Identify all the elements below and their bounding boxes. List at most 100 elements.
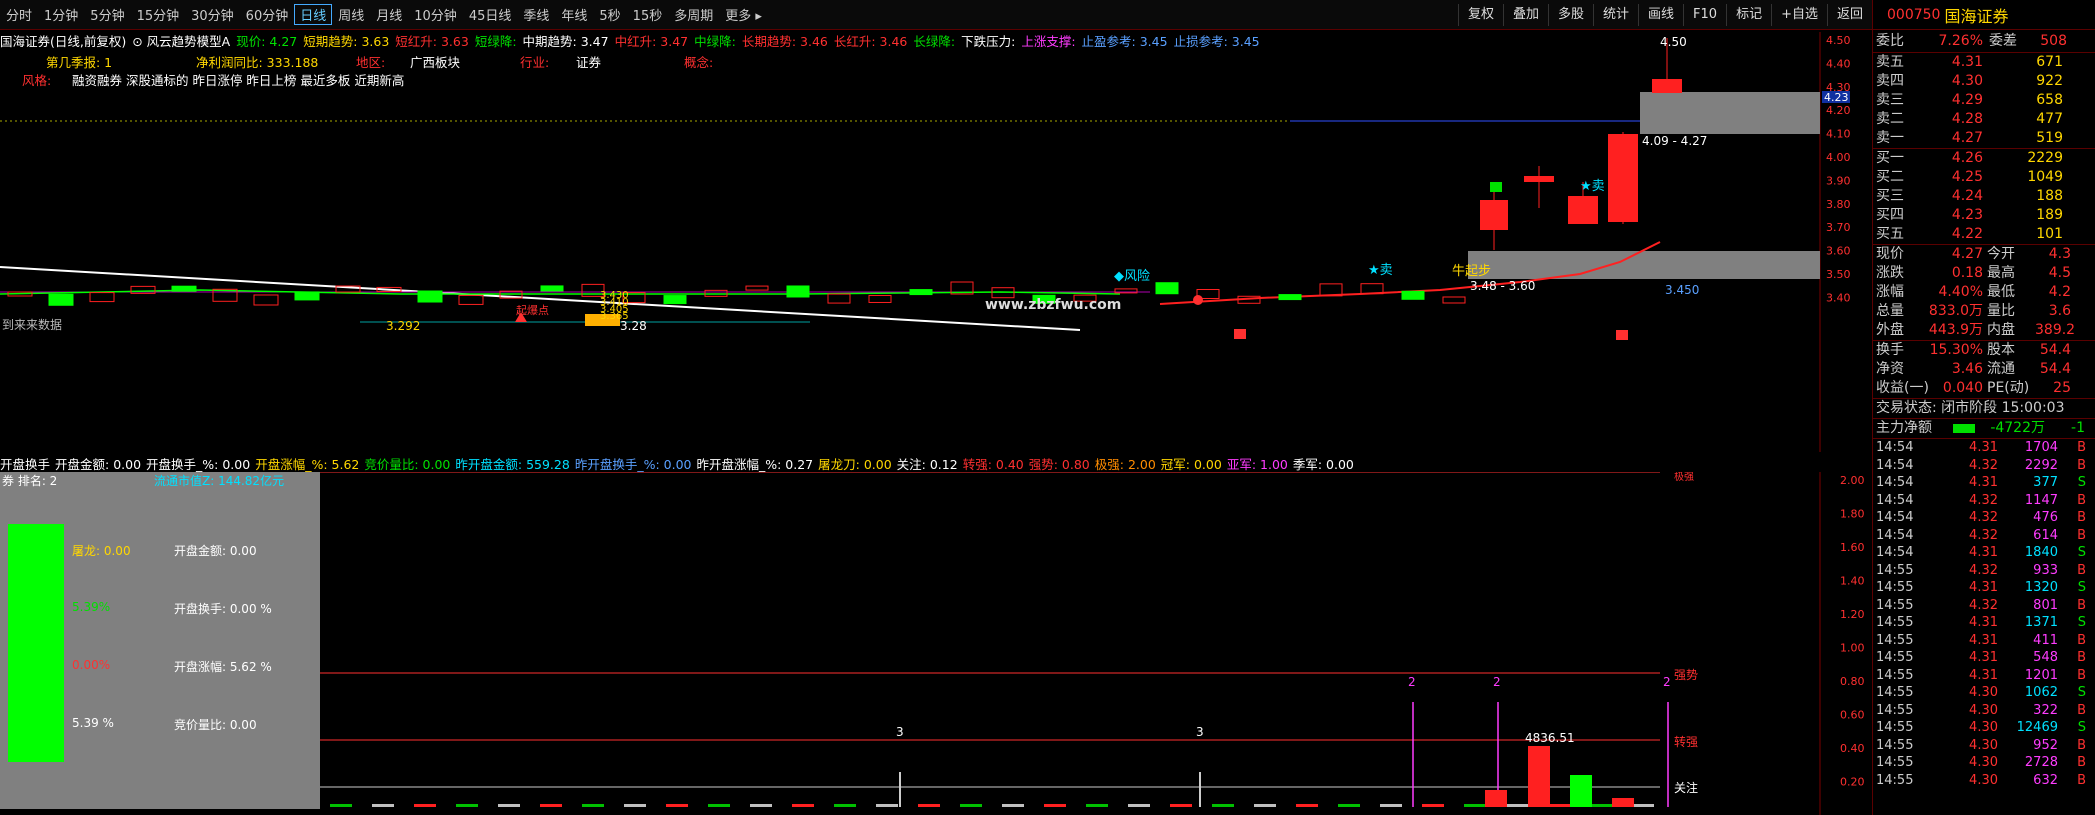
tick-price: 4.32 [1969, 492, 1998, 508]
period-tab[interactable]: 分时 [0, 5, 38, 24]
sub-indicator-value: 开盘涨幅_%: 5.62 [255, 457, 360, 472]
toolbar-button[interactable]: +自选 [1771, 4, 1827, 26]
toolbar-button[interactable]: 画线 [1638, 4, 1683, 26]
stat-value-2: 389.2 [2035, 322, 2076, 338]
order-price: 4.30 [1951, 73, 1983, 89]
stat-label-2: 最低 [1987, 284, 2015, 300]
tick-side: B [2077, 632, 2086, 648]
tick-side: B [2077, 457, 2086, 473]
tick-volume: 614 [2033, 527, 2058, 543]
net-value: -4722万 [1990, 420, 2045, 436]
tick-row: 14:55 4.31 1201 B [1873, 667, 2095, 685]
order-row: 卖五 4.31 671 [1873, 53, 2095, 72]
price-tick: 4.10 [1826, 128, 1851, 141]
upper-zone [1640, 92, 1820, 134]
toolbar-button[interactable]: 多股 [1547, 4, 1593, 26]
current-price-tag: 4.23 [1824, 91, 1849, 104]
tick-time: 14:54 [1876, 440, 1914, 455]
period-tab[interactable]: 更多 ▸ [719, 5, 768, 24]
period-tab[interactable]: 年线 [555, 5, 593, 24]
period-tab[interactable]: 15分钟 [131, 5, 186, 24]
tick-time: 14:54 [1876, 492, 1914, 508]
period-tab[interactable]: 15秒 [627, 5, 669, 24]
toolbar-button[interactable]: 标记 [1726, 4, 1771, 26]
stat-label-2: 量比 [1987, 303, 2015, 319]
tick-price: 4.30 [1969, 737, 1998, 753]
stock-header: 000750 国海证券 [1873, 0, 2095, 30]
order-row: 买一 4.26 2229 [1873, 149, 2095, 168]
order-volume: 671 [2036, 54, 2063, 70]
toolbar-button[interactable]: F10 [1683, 4, 1726, 26]
tick-time: 14:55 [1876, 650, 1914, 665]
stat-row: 总量 833.0万 量比 3.6 [1873, 302, 2095, 321]
period-tab[interactable]: 多周期 [668, 5, 719, 24]
order-volume: 189 [2036, 207, 2063, 223]
tick-volume: 1371 [2024, 615, 2058, 630]
period-tab[interactable]: 1分钟 [38, 5, 84, 24]
tick-time: 14:54 [1876, 457, 1914, 473]
sell-signal-1: ★卖 [1580, 179, 1605, 194]
stat-label: 收益(一) [1876, 380, 1929, 396]
period-tab[interactable]: 10分钟 [408, 5, 463, 24]
sub-bar [582, 804, 604, 807]
stock-name: 国海证券 [1944, 6, 2009, 26]
sub-bar [1212, 804, 1234, 807]
period-tab[interactable]: 周线 [332, 5, 370, 24]
sub-bar [1170, 804, 1192, 807]
count-label-1: 3 [896, 725, 904, 739]
period-tab[interactable]: 60分钟 [240, 5, 295, 24]
period-tab[interactable]: 月线 [370, 5, 408, 24]
open-rise: 开盘涨幅: 5.62 % [174, 660, 272, 674]
period-tab[interactable]: 5秒 [593, 5, 626, 24]
tick-time: 14:55 [1876, 562, 1914, 578]
sub-bar [918, 804, 940, 807]
sub-bar [1296, 804, 1318, 807]
period-tab[interactable]: 30分钟 [185, 5, 240, 24]
rank-title: 券 排名: 2 [2, 474, 58, 488]
stat-value: 0.040 [1942, 380, 1983, 396]
toolbar-button[interactable]: 叠加 [1502, 4, 1548, 26]
kline-chart[interactable]: 4.50 4.09 - 4.27 3.48 - 3.60 3.450 3.292… [0, 32, 1872, 452]
stat-value: 3.46 [1951, 361, 1983, 377]
strong-label: 强势 [1674, 668, 1698, 682]
tick-volume: 632 [2033, 772, 2058, 788]
order-volume: 922 [2036, 73, 2063, 89]
order-volume: 2229 [2027, 150, 2063, 166]
tick-price: 4.32 [1969, 562, 1998, 578]
tick-price: 4.32 [1969, 510, 1998, 525]
sub-bar [1380, 804, 1402, 807]
tick-side: B [2077, 755, 2086, 770]
order-label: 卖一 [1876, 130, 1904, 146]
period-tab[interactable]: 日线 [294, 4, 333, 25]
net-value-2: -1 [2071, 420, 2085, 436]
tulong-value: 屠龙: 0.00 [72, 544, 131, 558]
count-label-4: 2 [1493, 675, 1501, 689]
toolbar-button[interactable]: 统计 [1593, 4, 1638, 26]
stat-label: 现价 [1876, 246, 1904, 262]
toolbar-button[interactable]: 复权 [1457, 4, 1503, 26]
candle [827, 293, 851, 304]
tick-row: 14:55 4.30 952 B [1873, 737, 2095, 755]
order-label: 买一 [1876, 150, 1904, 166]
candle [89, 292, 115, 303]
period-tab[interactable]: 季线 [517, 5, 555, 24]
period-tab[interactable]: 5分钟 [84, 5, 130, 24]
sub-indicator-value: 屠龙刀: 0.00 [818, 457, 892, 472]
stat-row: 涨跌 0.18 最高 4.5 [1873, 264, 2095, 283]
toolbar-button[interactable]: 返回 [1826, 4, 1872, 26]
open-turnover: 开盘换手: 0.00 % [174, 602, 272, 616]
sub-indicator-chart[interactable]: 3 3 2 2 2 4836.51 强势 转强 关注 极强 2.00 1.80 1.… [320, 472, 1872, 815]
order-row: 卖四 4.30 922 [1873, 72, 2095, 91]
tick-row: 14:54 4.32 614 B [1873, 527, 2095, 545]
amount-label: 4836.51 [1525, 731, 1575, 745]
period-tab[interactable]: 45日线 [463, 5, 518, 24]
order-volume: 1049 [2027, 169, 2063, 185]
tick-volume: 476 [2033, 510, 2058, 525]
pct-1: 5.39% [72, 600, 111, 614]
stats2-list: 换手 15.30% 股本 54.4 净资 3.46 流通 54.4 收益(一) 0.040 PE(动… [1873, 341, 2095, 398]
tick-time: 14:55 [1876, 702, 1914, 718]
lower-zone-label: 3.48 - 3.60 [1470, 279, 1535, 293]
tick-side: B [2077, 597, 2086, 613]
tick-price: 4.31 [1969, 615, 1998, 630]
tick-row: 14:55 4.32 933 B [1873, 562, 2095, 580]
